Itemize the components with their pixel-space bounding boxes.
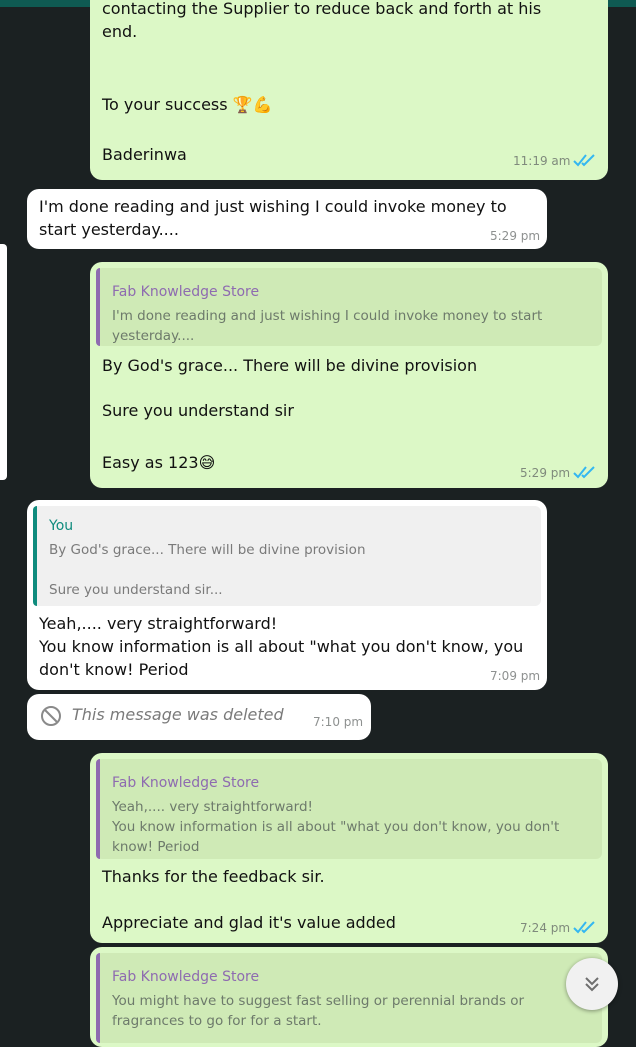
quoted-message[interactable]: Fab Knowledge Store You might have to su… [96,953,602,1043]
message-line: end. [102,22,138,41]
message-bubble-outgoing[interactable]: Fab Knowledge Store You might have to su… [90,947,608,1047]
message-bubble-deleted[interactable]: This message was deleted 7:10 pm [27,694,371,740]
quoted-message[interactable]: You By God's grace... There will be divi… [33,506,541,606]
quote-line: yesterday.... [112,328,195,344]
message-time: 7:10 pm [313,715,364,729]
quote-line: fragrances to go for for a start. [112,1013,322,1029]
quote-author: Fab Knowledge Store [112,284,260,300]
message-time: 7:09 pm [490,669,541,683]
quote-bar [96,268,100,346]
message-time: 11:19 am [513,154,571,168]
message-line: By God's grace... There will be divine p… [102,356,478,375]
double-chevron-down-icon [585,977,599,992]
quote-author: Fab Knowledge Store [112,775,260,791]
message-bubble-outgoing[interactable]: contacting the Supplier to reduce back a… [90,0,608,180]
message-line: contacting the Supplier to reduce back a… [102,0,542,18]
quote-bar [33,506,37,606]
quote-line: You might have to suggest fast selling o… [112,993,525,1009]
quote-author: You [49,518,74,534]
message-time: 5:29 pm [490,229,541,243]
message-line: Baderinwa [102,145,187,164]
read-ticks-icon [573,154,595,167]
message-time: 7:24 pm [520,921,571,935]
quote-line: know! Period [112,839,200,855]
message-bubble-incoming[interactable]: I'm done reading and just wishing I coul… [27,189,547,249]
scroll-to-bottom-button[interactable] [566,958,618,1010]
message-line: Yeah,.... very straightforward! [39,614,278,633]
quote-bar [96,953,100,1043]
read-ticks-icon [573,921,595,934]
deleted-message-text: This message was deleted [72,705,284,724]
quote-line: Yeah,.... very straightforward! [112,799,313,815]
quoted-message[interactable]: Fab Knowledge Store I'm done reading and… [96,268,602,346]
message-bubble-outgoing[interactable]: Fab Knowledge Store Yeah,.... very strai… [90,753,608,943]
quote-bar [96,759,100,859]
message-line: To your success 🏆💪 [102,95,273,114]
message-line: Sure you understand sir [102,401,294,420]
message-bubble-outgoing[interactable]: Fab Knowledge Store I'm done reading and… [90,262,608,488]
quoted-message[interactable]: Fab Knowledge Store Yeah,.... very strai… [96,759,602,859]
message-line: start yesterday.... [39,220,179,239]
quote-line: By God's grace... There will be divine p… [49,542,366,558]
message-line: You know information is all about "what … [39,637,524,656]
side-panel-edge [0,244,7,480]
message-line: I'm done reading and just wishing I coul… [39,197,507,216]
message-time: 5:29 pm [520,466,571,480]
message-line: Appreciate and glad it's value added [102,913,396,932]
quote-line: Sure you understand sir... [49,582,223,598]
message-line: don't know! Period [39,660,189,679]
read-ticks-icon [573,466,595,479]
message-line: Easy as 123😅 [102,453,216,472]
message-line: Thanks for the feedback sir. [102,867,325,886]
quote-line: I'm done reading and just wishing I coul… [112,308,543,324]
quote-line: You know information is all about "what … [112,819,560,835]
quote-author: Fab Knowledge Store [112,969,260,985]
blocked-icon [41,706,61,726]
message-bubble-incoming[interactable]: You By God's grace... There will be divi… [27,500,547,690]
